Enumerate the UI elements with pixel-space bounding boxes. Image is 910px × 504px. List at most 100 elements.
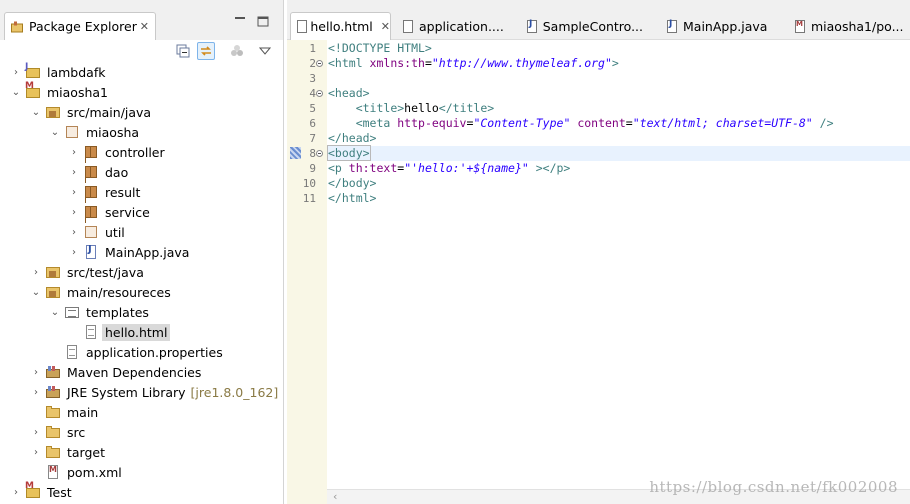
chevron-right-icon[interactable]: ›: [30, 362, 42, 382]
line-number: 3: [309, 72, 316, 85]
chevron-right-icon[interactable]: ›: [68, 202, 80, 222]
code-line-9[interactable]: <p th:text="'hello:'+${name}" ></p>: [327, 161, 910, 176]
tree-item-main-resoureces[interactable]: ⌄ main/resoureces: [30, 282, 174, 302]
collapse-all-icon[interactable]: [174, 42, 192, 60]
tag-close: </html>: [328, 191, 377, 205]
library-icon: [45, 364, 61, 380]
tree-item-util[interactable]: › util: [68, 222, 128, 242]
editor-tab-miaosha1-pom[interactable]: miaosha1/po...: [789, 12, 910, 40]
tree-item-miaosha1[interactable]: ⌄ miaosha1: [10, 81, 111, 102]
editor-tab-label: miaosha1/po...: [811, 18, 904, 34]
editor-tab-samplecontroller[interactable]: SampleContro...: [521, 12, 643, 40]
java-file-icon: [667, 19, 678, 33]
view-toolbar: [0, 40, 283, 62]
chevron-right-icon[interactable]: ›: [68, 182, 80, 202]
line-number: 11: [302, 192, 316, 205]
link-with-editor-icon[interactable]: [197, 42, 215, 60]
fold-toggle-icon[interactable]: [316, 150, 323, 157]
editor-tab-label: hello.html: [310, 19, 373, 34]
tree-item-dao[interactable]: › dao: [68, 162, 131, 182]
tree-item-hello-html[interactable]: hello.html: [68, 322, 171, 342]
tree-item-target[interactable]: › target: [30, 442, 108, 462]
tree-item-application-properties[interactable]: application.properties: [49, 342, 226, 362]
view-menu-icon[interactable]: [256, 42, 274, 60]
tree-item-controller[interactable]: › controller: [68, 142, 168, 162]
chevron-right-icon[interactable]: ›: [10, 62, 22, 82]
editor-tab-hello-html[interactable]: hello.html ✕: [290, 12, 391, 40]
code-line-4[interactable]: <head>: [327, 86, 910, 101]
tree-item-mainapp-java[interactable]: › MainApp.java: [68, 242, 192, 262]
tree-item-maven-dependencies[interactable]: › Maven Dependencies: [30, 362, 204, 382]
editor-tab-mainapp-java[interactable]: MainApp.java: [661, 12, 771, 40]
chevron-down-icon[interactable]: ⌄: [30, 102, 42, 122]
tree-item-lambdafk[interactable]: › lambdafk: [10, 62, 108, 82]
tree-item-label: pom.xml: [67, 464, 122, 480]
tag-close: >: [611, 56, 619, 70]
tree-item-main[interactable]: main: [30, 402, 101, 422]
chevron-down-icon[interactable]: ⌄: [30, 282, 42, 302]
editor-tab-application-properties[interactable]: application....: [397, 12, 513, 40]
chevron-right-icon[interactable]: ›: [68, 162, 80, 182]
code-line-5[interactable]: <title>hello</title>: [327, 101, 910, 116]
tree-item-pom-xml[interactable]: pom.xml: [30, 462, 125, 482]
tag-open: <title>: [355, 101, 405, 115]
project-icon: [25, 62, 41, 80]
tree-item-label: templates: [86, 304, 149, 320]
close-icon[interactable]: ✕: [140, 20, 149, 33]
tag-close: ></p>: [528, 161, 571, 175]
occurrence-marker-icon: [290, 147, 301, 159]
tree-item-src[interactable]: › src: [30, 422, 88, 442]
chevron-right-icon[interactable]: ›: [68, 242, 80, 262]
source-folder-icon: [45, 104, 61, 120]
chevron-right-icon[interactable]: ›: [30, 422, 42, 442]
minimize-icon[interactable]: [234, 16, 246, 29]
code-line-10[interactable]: </body>: [327, 176, 910, 191]
code-line-1[interactable]: <!DOCTYPE HTML>: [327, 41, 910, 56]
maximize-icon[interactable]: [257, 16, 269, 30]
code-line-8[interactable]: <body>: [327, 145, 910, 161]
tag-open: <p: [328, 161, 349, 175]
close-icon[interactable]: ✕: [381, 20, 390, 33]
chevron-right-icon[interactable]: ›: [10, 482, 22, 502]
tree-item-label: service: [105, 204, 150, 220]
line-number: 8: [309, 147, 316, 160]
chevron-right-icon[interactable]: ›: [30, 442, 42, 462]
package-icon: [64, 124, 80, 140]
chevron-right-icon[interactable]: ›: [30, 262, 42, 282]
tree-item-src-test-java[interactable]: › src/test/java: [30, 262, 147, 282]
tree-item-miaosha[interactable]: ⌄ miaosha: [49, 122, 142, 142]
package-explorer-tab[interactable]: Package Explorer ✕: [4, 12, 156, 40]
tree-item-templates[interactable]: ⌄ templates: [49, 302, 152, 322]
code-line-7[interactable]: </head>: [327, 131, 910, 146]
tree-item-src-main-java[interactable]: ⌄ src/main/java: [30, 102, 154, 122]
chevron-down-icon[interactable]: ⌄: [49, 122, 61, 142]
tree-item-label: util: [105, 224, 125, 240]
chevron-down-icon[interactable]: ⌄: [49, 302, 61, 322]
scroll-left-icon[interactable]: ‹: [333, 490, 337, 503]
fold-toggle-icon[interactable]: [316, 90, 323, 97]
chevron-right-icon[interactable]: ›: [68, 142, 80, 162]
text-cursor: [369, 147, 371, 160]
code-line-6[interactable]: <meta http-equiv="Content-Type" content=…: [327, 116, 910, 131]
code-line-2[interactable]: <html xmlns:th="http://www.thymeleaf.org…: [327, 56, 910, 71]
fold-toggle-icon[interactable]: [316, 60, 323, 67]
chevron-right-icon[interactable]: ›: [30, 382, 42, 402]
line-number: 7: [309, 132, 316, 145]
tree-item-jre-system-library[interactable]: › JRE System Library [jre1.8.0_162]: [30, 382, 278, 402]
tree-item-result[interactable]: › result: [68, 182, 143, 202]
chevron-right-icon[interactable]: ›: [68, 222, 80, 242]
tree-item-service[interactable]: › service: [68, 202, 153, 222]
tree-item-test[interactable]: › Test: [10, 481, 75, 502]
tag-close: </head>: [328, 131, 377, 145]
tag-open: <meta: [355, 116, 398, 130]
code-line-3[interactable]: [327, 71, 910, 86]
code-line-11[interactable]: </html>: [327, 191, 910, 206]
focus-on-active-task-icon[interactable]: [228, 42, 246, 60]
editor-tab-label: application....: [419, 18, 504, 34]
attribute-value: "text/html; charset=UTF-8": [632, 116, 813, 130]
chevron-down-icon[interactable]: ⌄: [10, 82, 22, 102]
line-number-gutter[interactable]: [287, 40, 327, 504]
tag-open: <head>: [328, 86, 370, 100]
